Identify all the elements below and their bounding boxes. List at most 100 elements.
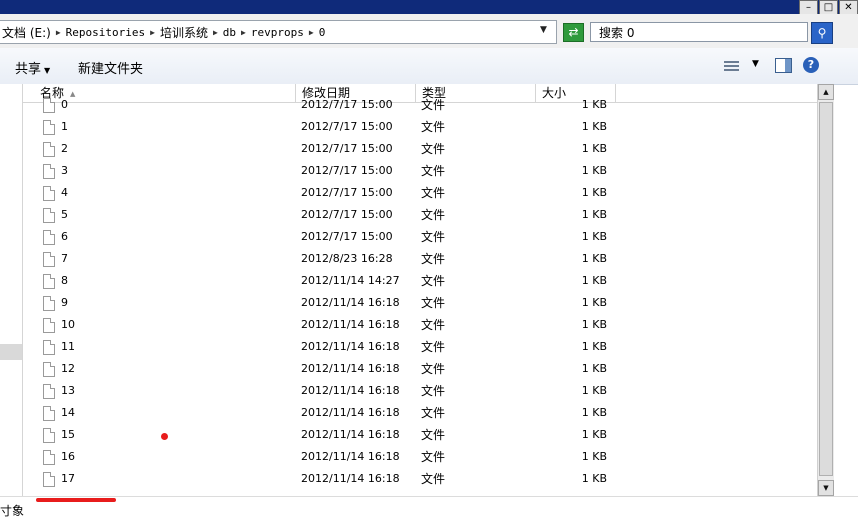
breadcrumb-separator-icon[interactable]: ▶ [306,28,317,37]
table-row[interactable]: 2 2012/7/17 15:00 文件 1 KB [23,140,817,162]
file-size: 1 KB [581,340,607,353]
close-icon[interactable]: ✕ [839,0,858,15]
refresh-icon[interactable]: ⇄ [563,23,584,42]
table-row[interactable]: 10 2012/11/14 16:18 文件 1 KB [23,316,817,338]
breadcrumb-drive[interactable]: 文档 (E:) [0,24,53,41]
table-row[interactable]: 9 2012/11/14 16:18 文件 1 KB [23,294,817,316]
table-row[interactable]: 11 2012/11/14 16:18 文件 1 KB [23,338,817,360]
chevron-down-icon[interactable]: ▼ [752,59,759,69]
scroll-up-icon[interactable]: ▲ [818,84,834,100]
breadcrumb-training-system[interactable]: 培训系统 [158,24,210,41]
file-icon [43,164,55,179]
file-icon [43,296,55,311]
file-icon [43,362,55,377]
table-row[interactable]: 14 2012/11/14 16:18 文件 1 KB [23,404,817,426]
file-icon [43,428,55,443]
scrollbar-thumb[interactable] [819,102,833,476]
file-modified-date: 2012/11/14 16:18 [301,296,400,309]
table-row[interactable]: 8 2012/11/14 14:27 文件 1 KB [23,272,817,294]
file-size: 1 KB [581,142,607,155]
table-row[interactable]: 3 2012/7/17 15:00 文件 1 KB [23,162,817,184]
breadcrumb-revprops[interactable]: revprops [249,26,306,39]
file-name: 14 [61,406,75,419]
file-size: 1 KB [581,296,607,309]
breadcrumb-separator-icon[interactable]: ▶ [238,28,249,37]
file-type: 文件 [421,142,446,156]
table-row[interactable]: 16 2012/11/14 16:18 文件 1 KB [23,448,817,470]
preview-pane-icon[interactable] [775,58,792,73]
breadcrumb-separator-icon[interactable]: ▶ [53,28,64,37]
search-input[interactable]: 搜索 0 [590,22,808,42]
file-modified-date: 2012/11/14 16:18 [301,362,400,375]
file-icon [43,384,55,399]
breadcrumb-current-folder[interactable]: 0 [317,26,328,39]
file-name: 11 [61,340,75,353]
file-type: 文件 [421,318,446,332]
file-icon [43,472,55,487]
view-list-icon[interactable] [724,59,739,71]
file-name: 16 [61,450,75,463]
search-placeholder: 搜索 0 [599,25,635,40]
scroll-down-icon[interactable]: ▼ [818,480,834,496]
file-size: 1 KB [581,450,607,463]
file-icon [43,406,55,421]
file-size: 1 KB [581,274,607,287]
file-list[interactable]: 名称 ▲ 修改日期 类型 大小 0 2012/7/17 15:00 文件 1 KB 1 20… [23,84,817,496]
new-folder-button[interactable]: 新建文件夹 [78,58,143,77]
table-row[interactable]: 0 2012/7/17 15:00 文件 1 KB [23,96,817,118]
table-row[interactable]: 17 2012/11/14 16:18 文件 1 KB [23,470,817,492]
file-type: 文件 [421,274,446,288]
breadcrumb-separator-icon[interactable]: ▶ [210,28,221,37]
file-type: 文件 [421,340,446,354]
address-bar[interactable]: 文档 (E:) ▶ Repositories ▶ 培训系统 ▶ db ▶ rev… [0,20,557,44]
help-icon[interactable]: ? [803,57,819,73]
navigation-pane[interactable] [0,84,23,496]
new-folder-label: 新建文件夹 [78,62,144,77]
file-type: 文件 [421,296,446,310]
file-modified-date: 2012/8/23 16:28 [301,252,393,265]
file-modified-date: 2012/7/17 15:00 [301,230,393,243]
table-row[interactable]: 15 2012/11/14 16:18 文件 1 KB [23,426,817,448]
chevron-down-icon[interactable]: ▼ [540,25,547,35]
file-size: 1 KB [581,406,607,419]
breadcrumb-separator-icon[interactable]: ▶ [147,28,158,37]
table-row[interactable]: 6 2012/7/17 15:00 文件 1 KB [23,228,817,250]
title-bar: – □ ✕ [0,0,858,15]
file-modified-date: 2012/7/17 15:00 [301,98,393,111]
file-modified-date: 2012/11/14 16:18 [301,428,400,441]
vertical-scrollbar[interactable]: ▲ ▼ [817,84,834,496]
table-row[interactable]: 12 2012/11/14 16:18 文件 1 KB [23,360,817,382]
command-bar: 共享 ▼ 新建文件夹 ▼ ? [0,48,858,85]
file-name: 9 [61,296,68,309]
table-row[interactable]: 1 2012/7/17 15:00 文件 1 KB [23,118,817,140]
file-type: 文件 [421,164,446,178]
table-row[interactable]: 7 2012/8/23 16:28 文件 1 KB [23,250,817,272]
file-modified-date: 2012/7/17 15:00 [301,208,393,221]
file-type: 文件 [421,406,446,420]
file-size: 1 KB [581,362,607,375]
file-modified-date: 2012/11/14 16:18 [301,340,400,353]
breadcrumb-repositories[interactable]: Repositories [64,26,147,39]
file-icon [43,252,55,267]
navigation-selected-item[interactable] [0,344,22,360]
file-modified-date: 2012/11/14 16:18 [301,472,400,485]
breadcrumb-db[interactable]: db [221,26,238,39]
file-size: 1 KB [581,120,607,133]
file-type: 文件 [421,230,446,244]
file-modified-date: 2012/11/14 16:18 [301,450,400,463]
maximize-icon[interactable]: □ [819,0,838,15]
file-size: 1 KB [581,428,607,441]
search-icon[interactable]: ⚲ [811,22,833,44]
table-row[interactable]: 4 2012/7/17 15:00 文件 1 KB [23,184,817,206]
share-button[interactable]: 共享 ▼ [15,58,50,77]
file-modified-date: 2012/7/17 15:00 [301,164,393,177]
file-size: 1 KB [581,230,607,243]
file-modified-date: 2012/7/17 15:00 [301,120,393,133]
file-size: 1 KB [581,208,607,221]
chevron-down-icon: ▼ [44,66,51,75]
file-modified-date: 2012/11/14 14:27 [301,274,400,287]
table-row[interactable]: 5 2012/7/17 15:00 文件 1 KB [23,206,817,228]
table-row[interactable]: 13 2012/11/14 16:18 文件 1 KB [23,382,817,404]
file-type: 文件 [421,450,446,464]
minimize-icon[interactable]: – [799,0,818,15]
